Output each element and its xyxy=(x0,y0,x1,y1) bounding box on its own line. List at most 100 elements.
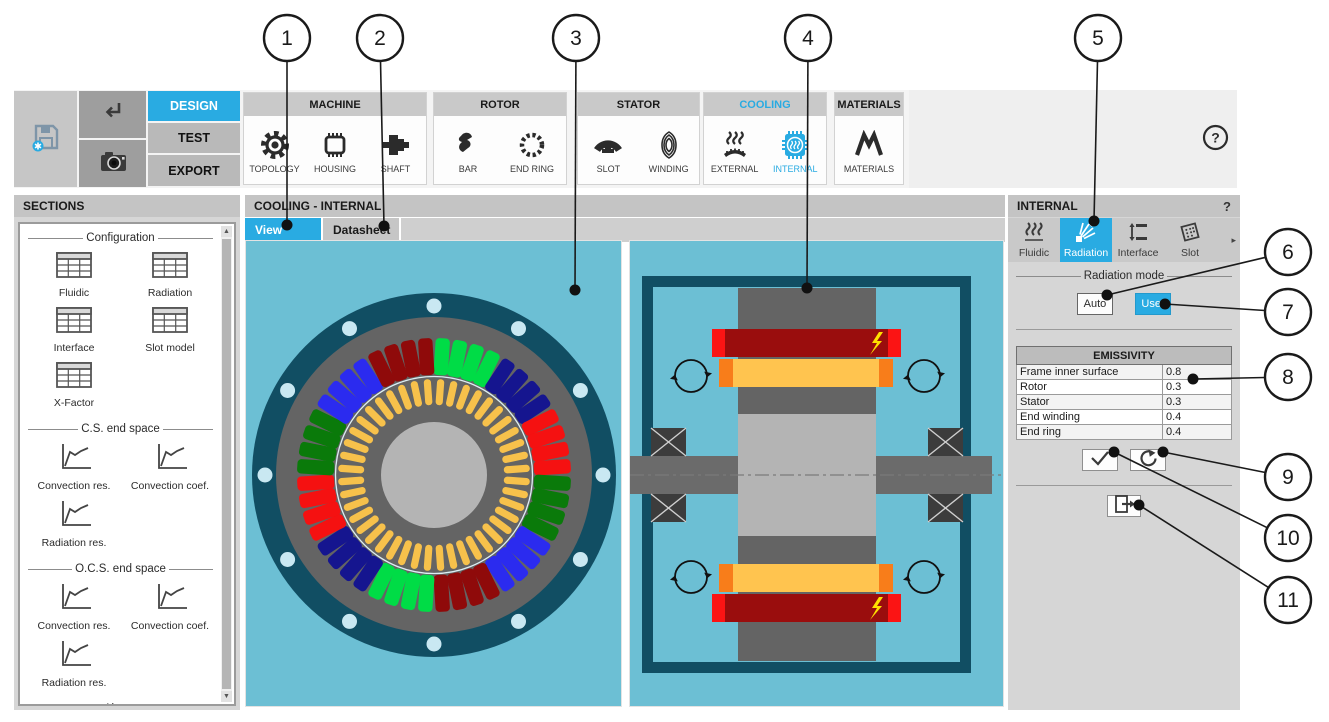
help-button[interactable]: ? xyxy=(1202,124,1229,151)
ribbon-group-cooling: COOLING EXTERNAL INTERNAL xyxy=(703,92,827,185)
emissivity-row-label: Frame inner surface xyxy=(1016,364,1163,380)
internal-settings-panel: INTERNAL ? Fluidic Radiation Interface S… xyxy=(1008,195,1240,710)
internal-tab-label: Fluidic xyxy=(1018,247,1050,259)
section-item-x-factor[interactable]: X-Factor xyxy=(26,360,122,409)
cooling-internal-icon xyxy=(777,127,813,163)
import-button[interactable] xyxy=(79,91,146,138)
ribbon-item-slot[interactable]: SLOT xyxy=(578,127,638,174)
section-item-label: Radiation res. xyxy=(41,677,107,689)
save-button[interactable] xyxy=(14,91,77,187)
internal-tab-slot[interactable]: Slot xyxy=(1164,218,1216,262)
section-item-label: Radiation xyxy=(147,287,193,299)
nav-tab-test[interactable]: TEST xyxy=(148,123,240,153)
table-icon xyxy=(54,305,94,340)
ribbon-item-housing[interactable]: HOUSING xyxy=(305,127,365,174)
reset-button[interactable] xyxy=(1130,449,1166,471)
section-item-fluidic[interactable]: Fluidic xyxy=(26,250,122,299)
table-row: End winding 0.4 xyxy=(1016,409,1232,425)
sections-list-box: Configuration Fluidic Radiation Interfac… xyxy=(18,222,236,706)
apply-button[interactable] xyxy=(1082,449,1118,471)
ribbon-right-zone xyxy=(909,90,1237,188)
section-group-separator: C.S. end space xyxy=(28,423,214,435)
tab-datasheet[interactable]: Datasheet xyxy=(323,218,401,242)
radiation-mode-user-button[interactable]: User xyxy=(1135,293,1171,315)
svg-text:9: 9 xyxy=(1282,466,1294,489)
fluidic-icon xyxy=(1022,221,1046,246)
radiation-settings: Radiation mode Auto User EMISSIVITY Fram… xyxy=(1008,262,1240,710)
camera-icon xyxy=(97,146,129,181)
svg-text:4: 4 xyxy=(802,27,814,50)
sections-panel-title: SECTIONS xyxy=(14,195,240,217)
ribbon-item-materials[interactable]: MATERIALS xyxy=(839,127,899,174)
ribbon-item-winding[interactable]: WINDING xyxy=(639,127,699,174)
emissivity-row-value[interactable]: 0.4 xyxy=(1162,424,1232,440)
internal-tab-interface[interactable]: Interface xyxy=(1112,218,1164,262)
shaft-icon xyxy=(379,127,413,163)
section-item-label: Fluidic xyxy=(58,287,90,299)
svg-text:3: 3 xyxy=(570,27,582,50)
scrollbar-thumb[interactable] xyxy=(222,239,231,689)
radial-cross-section-view[interactable] xyxy=(245,240,622,707)
scroll-up-icon[interactable]: ▲ xyxy=(221,226,232,237)
section-item-interface[interactable]: Interface xyxy=(26,305,122,354)
ribbon-item-label: SLOT xyxy=(596,163,621,174)
section-group-title: C.S. end space xyxy=(81,423,160,435)
panel-help-button[interactable]: ? xyxy=(1223,199,1231,214)
help-icon: ? xyxy=(1202,124,1229,155)
internal-tab-strip: Fluidic Radiation Interface Slot ▸ xyxy=(1008,218,1240,262)
stator-slot-icon xyxy=(591,127,625,163)
import-arrow-icon xyxy=(99,99,127,130)
ribbon-item-topology[interactable]: TOPOLOGY xyxy=(245,127,305,174)
section-item-radiation-res-[interactable]: Radiation res. xyxy=(26,638,122,689)
materials-icon xyxy=(852,127,886,163)
cooling-external-icon xyxy=(717,127,753,163)
emissivity-row-value[interactable]: 0.8 xyxy=(1162,364,1232,380)
ribbon-item-external[interactable]: EXTERNAL xyxy=(705,127,765,174)
sections-scrollbar[interactable]: ▲ ▼ xyxy=(221,226,232,702)
section-item-convection-coef-[interactable]: Convection coef. xyxy=(122,441,218,492)
axial-cross-section-view[interactable] xyxy=(629,240,1004,707)
emissivity-row-value[interactable]: 0.3 xyxy=(1162,394,1232,410)
more-tabs-arrow-icon[interactable]: ▸ xyxy=(1231,235,1240,246)
tab-view[interactable]: View xyxy=(245,218,323,242)
snapshot-button[interactable] xyxy=(79,140,146,187)
svg-text:11: 11 xyxy=(1277,589,1299,612)
nav-tab-design[interactable]: DESIGN xyxy=(148,91,240,121)
divider xyxy=(1016,329,1232,330)
internal-tab-radiation[interactable]: Radiation xyxy=(1060,218,1112,262)
scroll-down-icon[interactable]: ▼ xyxy=(221,691,232,702)
section-item-slot-model[interactable]: Slot model xyxy=(122,305,218,354)
chart-icon xyxy=(54,498,94,535)
ribbon-group-stator: STATOR SLOT WINDING xyxy=(577,92,700,185)
section-item-convection-coef-[interactable]: Convection coef. xyxy=(122,581,218,632)
ribbon: DESIGN TEST EXPORT MACHINE TOPOLOGY HOUS… xyxy=(14,90,1237,188)
internal-tab-fluidic[interactable]: Fluidic xyxy=(1008,218,1060,262)
emissivity-row-label: Rotor xyxy=(1016,379,1163,395)
table-row: Rotor 0.3 xyxy=(1016,379,1232,395)
ribbon-item-shaft[interactable]: SHAFT xyxy=(366,127,426,174)
emissivity-row-value[interactable]: 0.3 xyxy=(1162,379,1232,395)
export-button[interactable] xyxy=(1107,494,1141,517)
ribbon-item-bar[interactable]: BAR xyxy=(438,127,498,174)
section-item-convection-res-[interactable]: Convection res. xyxy=(26,581,122,632)
slottab-icon xyxy=(1178,221,1202,246)
section-item-radiation-res-[interactable]: Radiation res. xyxy=(26,498,122,549)
nav-tab-export[interactable]: EXPORT xyxy=(148,155,240,186)
table-row: End ring 0.4 xyxy=(1016,424,1232,440)
svg-text:8: 8 xyxy=(1282,366,1294,389)
chart-icon xyxy=(54,638,94,675)
section-item-radiation[interactable]: Radiation xyxy=(122,250,218,299)
sections-panel: SECTIONS Configuration Fluidic Radiation xyxy=(14,195,240,710)
svg-text:5: 5 xyxy=(1092,27,1104,50)
section-item-label: Convection coef. xyxy=(130,620,210,632)
winding-icon xyxy=(653,127,685,163)
ribbon-item-internal[interactable]: INTERNAL xyxy=(765,127,825,174)
ribbon-item-label: EXTERNAL xyxy=(710,163,759,174)
section-group-title: Airgap xyxy=(101,703,140,704)
ribbon-item-endring[interactable]: END RING xyxy=(502,127,562,174)
radiation-mode-auto-button[interactable]: Auto xyxy=(1077,293,1113,315)
internal-tab-label: Slot xyxy=(1180,247,1200,259)
section-item-convection-res-[interactable]: Convection res. xyxy=(26,441,122,492)
ribbon-group-title: MACHINE xyxy=(244,93,426,116)
emissivity-row-value[interactable]: 0.4 xyxy=(1162,409,1232,425)
